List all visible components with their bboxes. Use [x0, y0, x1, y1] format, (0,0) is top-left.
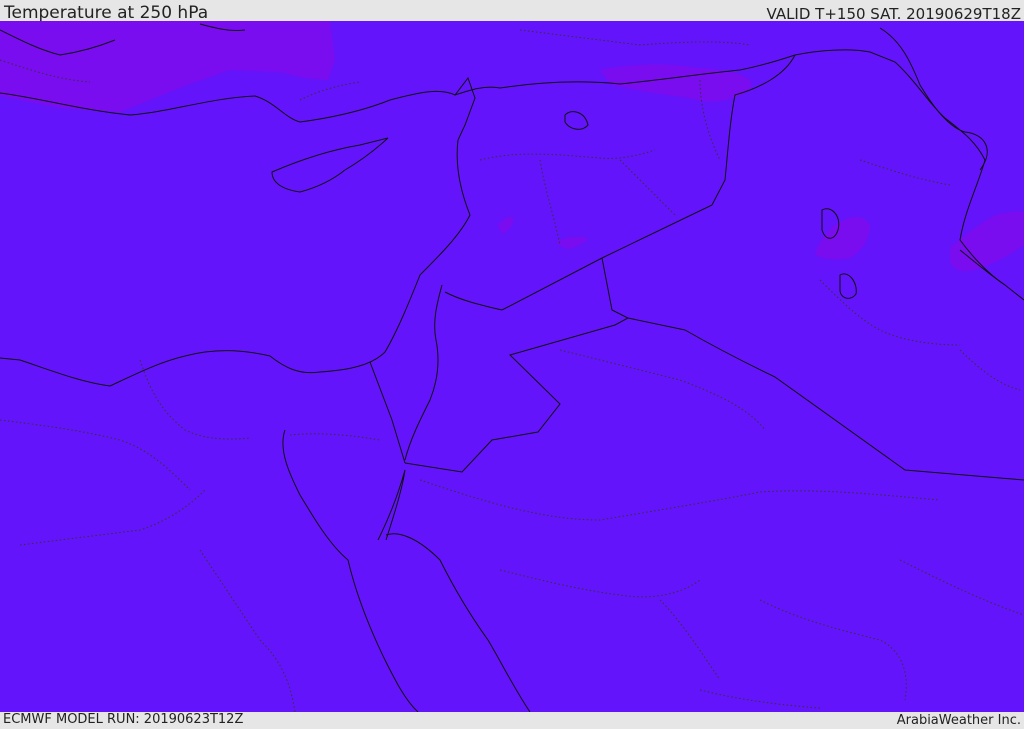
- temperature-map: [0, 21, 1024, 712]
- map-canvas: [0, 21, 1024, 712]
- model-run: ECMWF MODEL RUN: 20190623T12Z: [3, 712, 244, 727]
- footer-bar: ECMWF MODEL RUN: 20190623T12Z ArabiaWeat…: [0, 712, 1024, 729]
- credit: ArabiaWeather Inc.: [896, 713, 1021, 728]
- map-title: Temperature at 250 hPa: [4, 3, 209, 23]
- header-bar: Temperature at 250 hPa VALID T+150 SAT. …: [0, 0, 1024, 23]
